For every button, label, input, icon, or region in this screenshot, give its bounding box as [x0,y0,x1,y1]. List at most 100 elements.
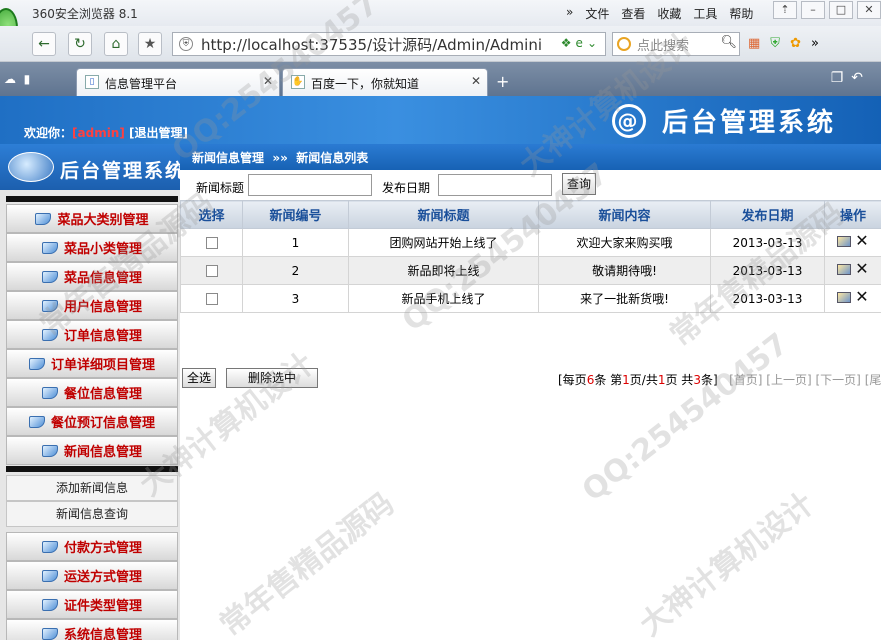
table-header-row: 选择 新闻编号 新闻标题 新闻内容 发布日期 操作 [180,200,881,229]
news-content: 敬请期待哦! [538,256,711,285]
logout-link[interactable]: [退出管理] [129,126,188,140]
row-checkbox[interactable] [205,293,218,305]
pin-icon[interactable]: ⇡ [773,1,797,19]
sidebar-item-payment-method[interactable]: 付款方式管理 [6,532,178,561]
delete-icon[interactable]: ✕ [855,289,868,305]
col-header-actions: 操作 [824,200,881,229]
prev-page-link[interactable]: [上一页] [766,373,811,387]
breadcrumb-section[interactable]: 新闻信息管理 [192,151,264,165]
page-icon: ▯ [85,75,99,89]
sidebar-item-dish-category[interactable]: 菜品大类别管理 [6,204,178,233]
browser-tabbar: ☁ ▮ ▯ 信息管理平台 ✕ ✋ 百度一下，你就知道 ✕ + ❐↶ [0,62,881,96]
news-id: 1 [242,228,349,257]
menu-arrow-icon [41,328,58,341]
sidebar-item-label: 新闻信息管理 [63,445,142,460]
tab-close-icon[interactable]: ✕ [471,74,481,88]
sidebar-item-shipping-method[interactable]: 运送方式管理 [6,561,178,590]
next-page-link[interactable]: [下一页] [816,373,861,387]
pager-text: 页/共 [629,373,658,387]
submenu-query-news[interactable]: 新闻信息查询 [6,501,178,527]
sidebar-item-user-info[interactable]: 用户信息管理 [6,291,178,320]
delete-icon[interactable]: ✕ [855,233,868,249]
sidebar-item-label: 订单信息管理 [63,329,142,344]
table-row: 2 新品即将上线 敬请期待哦! 2013-03-13 ✕ [180,256,881,285]
news-title: 团购网站开始上线了 [348,228,539,257]
edit-icon[interactable] [837,291,852,303]
skin-icon[interactable]: ✿ [790,36,801,51]
sidebar-item-label: 用户信息管理 [63,300,142,315]
menu-more[interactable]: » [566,5,573,22]
breadcrumb: 新闻信息管理 »» 新闻信息列表 [180,144,881,170]
address-actions-icon[interactable]: ❖e⌄ [561,36,601,50]
menu-arrow-icon [41,569,58,582]
first-page-link[interactable]: [首页] [729,373,762,387]
tabbar-home-icon[interactable]: ☁ ▮ [4,72,54,88]
sidebar-item-label: 菜品信息管理 [63,271,142,286]
address-text[interactable]: http://localhost:37535/设计源码/Admin/Admini [201,34,551,55]
sidebar-item-id-type[interactable]: 证件类型管理 [6,590,178,619]
tab-close-icon[interactable]: ✕ [263,74,273,88]
sidebar-item-label: 运送方式管理 [63,570,142,585]
shield-icon: ⛨ [179,37,193,51]
back-icon[interactable]: ← [32,32,56,56]
star-icon[interactable]: ★ [138,32,162,56]
apps-icon[interactable]: ▦ [748,36,760,51]
current-page: 1 [622,373,630,387]
sidebar-item-seat-booking[interactable]: 餐位预订信息管理 [6,407,178,436]
menu-arrow-icon [41,540,58,553]
tabbar-tools-icon[interactable]: ❐↶ [831,70,871,86]
sidebar-item-order-info[interactable]: 订单信息管理 [6,320,178,349]
filter-bar: 新闻标题 发布日期 查询 [180,172,881,198]
row-checkbox[interactable] [205,237,218,249]
total-items: 3 [693,373,701,387]
maximize-button[interactable]: □ [829,1,853,19]
username: [admin] [72,126,125,140]
search-input[interactable]: 点此搜索 🔍︎ [612,32,740,56]
last-page-link[interactable]: [尾页] [865,373,881,387]
edit-icon[interactable] [837,235,852,247]
menu-view[interactable]: 查看 [621,5,645,22]
browser-name: 360安全浏览器 8.1 [32,7,138,21]
home-icon[interactable]: ⌂ [104,32,128,56]
sidebar-item-seat-info[interactable]: 餐位信息管理 [6,378,178,407]
title-filter-input[interactable] [248,174,372,196]
sidebar-item-news-info[interactable]: 新闻信息管理 [6,436,178,465]
system-title: @ 后台管理系统 [612,102,836,139]
tab-label: 信息管理平台 [105,77,178,91]
sidebar-item-system-info[interactable]: 系统信息管理 [6,619,178,640]
menu-file[interactable]: 文件 [585,5,609,22]
delete-icon[interactable]: ✕ [855,261,868,277]
news-content: 欢迎大家来购买哦 [538,228,711,257]
tab-info-platform[interactable]: ▯ 信息管理平台 ✕ [76,68,280,96]
sidebar-logo-title: 后台管理系统 [60,160,187,182]
search-icon[interactable]: 🔍︎ [720,35,737,50]
new-tab-icon[interactable]: + [496,72,509,91]
menu-favorites[interactable]: 收藏 [657,5,681,22]
welcome-prefix: 欢迎你： [24,126,73,140]
sidebar-item-order-detail[interactable]: 订单详细项目管理 [6,349,178,378]
tab-baidu[interactable]: ✋ 百度一下，你就知道 ✕ [282,68,488,96]
close-window-button[interactable]: ✕ [857,1,881,19]
menu-tools[interactable]: 工具 [693,5,717,22]
delete-selected-button[interactable]: 删除选中 [226,368,318,388]
refresh-icon[interactable]: ↻ [68,32,92,56]
date-filter-input[interactable] [438,174,552,196]
date-filter-label: 发布日期 [382,181,431,195]
select-all-button[interactable]: 全选 [182,368,216,388]
submenu-add-news[interactable]: 添加新闻信息 [6,475,178,501]
row-checkbox[interactable] [205,265,218,277]
sidebar-divider [6,466,178,472]
minimize-button[interactable]: – [801,1,825,19]
menu-arrow-icon [41,598,58,611]
sidebar-logo: 后台管理系统 [0,144,184,190]
admin-page: 欢迎你：[admin] [退出管理] @ 后台管理系统 后台管理系统 菜品大类别… [0,96,881,640]
edit-icon[interactable] [837,263,852,275]
sidebar-item-label: 菜品小类管理 [63,242,142,257]
menu-help[interactable]: 帮助 [729,5,753,22]
sidebar-item-dish-info[interactable]: 菜品信息管理 [6,262,178,291]
sidebar-item-dish-subcategory[interactable]: 菜品小类管理 [6,233,178,262]
query-button[interactable]: 查询 [562,173,596,195]
address-bar[interactable]: ⛨ http://localhost:37535/设计源码/Admin/Admi… [172,32,606,56]
more-icon[interactable]: » [811,36,819,51]
security-icon[interactable]: ⛨ [770,36,780,51]
